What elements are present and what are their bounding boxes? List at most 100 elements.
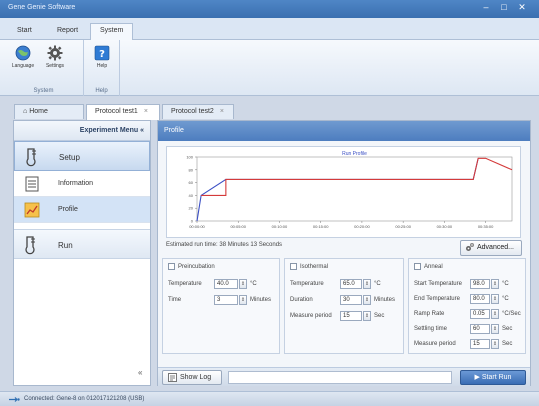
anneal-ramp-rate-input[interactable]: 0.05 (470, 309, 490, 319)
y-tick-label: 60 (189, 180, 194, 185)
ribbon-group-system: Language Settings System (4, 40, 84, 96)
spinner-icon[interactable]: ⇕ (363, 311, 371, 321)
sidebar-item-run[interactable]: Run (14, 229, 150, 259)
estimated-run-time: Estimated run time: 38 Minutes 13 Second… (166, 242, 283, 248)
isothermal-title: Isothermal (300, 264, 329, 271)
anneal-end-temp-input[interactable]: 80.0 (470, 294, 490, 304)
sidebar-item-profile-label: Profile (58, 206, 78, 213)
spinner-icon[interactable]: ⇕ (491, 339, 499, 349)
collapse-panel-icon[interactable]: « (138, 368, 142, 377)
svg-text:?: ? (99, 49, 105, 60)
sidebar-item-setup-label: Setup (59, 153, 80, 162)
x-tick-label: 00:20:00 (354, 224, 370, 229)
x-tick-label: 00:10:00 (272, 224, 288, 229)
unit-label: Minutes (250, 297, 272, 303)
preincubation-time-row: Time 3 ⇕ Minutes (168, 295, 278, 307)
collapse-icon[interactable]: « (140, 127, 144, 134)
action-bar: Show Log ▶ Start Run (158, 367, 530, 386)
close-tab-icon[interactable]: × (220, 108, 224, 115)
x-tick-label: 00:30:00 (437, 224, 453, 229)
tab-protocol-test2[interactable]: Protocol test2 × (162, 104, 234, 119)
anneal-title: Anneal (424, 264, 443, 271)
connection-status: Connected: Gene-8 on 012017121208 (USB) (24, 396, 145, 402)
spinner-icon[interactable]: ⇕ (363, 279, 371, 289)
isothermal-duration-row: Duration 30 ⇕ Minutes (290, 295, 402, 307)
ribbon-tab-strip: Start Report System (0, 18, 539, 41)
spinner-icon[interactable]: ⇕ (363, 295, 371, 305)
close-tab-icon[interactable]: × (144, 108, 148, 115)
isothermal-measure-input[interactable]: 15 (340, 311, 362, 321)
tab-home[interactable]: ⌂ Home (14, 104, 84, 119)
isothermal-temperature-row: Temperature 65.0 ⇕ °C (290, 279, 402, 291)
x-tick-label: 00:05:00 (230, 224, 246, 229)
anneal-checkbox[interactable]: Anneal (414, 263, 443, 270)
field-label: End Temperature (414, 296, 460, 302)
gear-icon (47, 45, 63, 61)
x-tick-label: 00:15:00 (313, 224, 329, 229)
unit-label: °C (502, 281, 509, 287)
plot-area (196, 156, 513, 222)
field-label: Measure period (290, 313, 332, 319)
tab-report[interactable]: Report (48, 24, 87, 40)
anneal-segment: Anneal Start Temperature 98.0 ⇕ °C End T… (408, 258, 526, 354)
field-label: Duration (290, 297, 313, 303)
spinner-icon[interactable]: ⇕ (491, 309, 499, 319)
y-tick-label: 100 (186, 155, 193, 160)
ribbon: Language Settings System ? Help Help (0, 40, 539, 96)
isothermal-duration-input[interactable]: 30 (340, 295, 362, 305)
tab-start[interactable]: Start (8, 24, 41, 40)
sidebar-item-information[interactable]: Information (14, 171, 150, 197)
window-controls: – □ ✕ (479, 2, 529, 13)
ribbon-group-help-label: Help (95, 88, 108, 94)
show-log-button[interactable]: Show Log (162, 370, 222, 385)
preincubation-time-input[interactable]: 3 (214, 295, 238, 305)
language-button[interactable]: Language (10, 45, 36, 69)
tab-protocol-test1[interactable]: Protocol test1 × (86, 104, 160, 120)
section-title: Profile (158, 121, 530, 141)
isothermal-temperature-input[interactable]: 65.0 (340, 279, 362, 289)
tab-system[interactable]: System (90, 23, 134, 41)
tab-protocol-test2-label: Protocol test2 (171, 108, 214, 115)
help-label: Help (96, 63, 108, 69)
app-title: Gene Genie Software (8, 4, 76, 11)
unit-label: °C (250, 281, 257, 287)
y-tick-label: 80 (189, 167, 194, 172)
tab-protocol-test1-label: Protocol test1 (95, 108, 138, 115)
settings-button[interactable]: Settings (42, 45, 68, 69)
log-output-field[interactable] (228, 371, 452, 384)
home-icon: ⌂ (23, 108, 28, 115)
document-tab-strip: ⌂ Home Protocol test1 × Protocol test2 × (6, 104, 533, 120)
run-profile-chart: Run Profile 100 80 60 40 20 0 00:00:00 00:05:00 0… (166, 146, 521, 238)
status-bar: Connected: Gene-8 on 012017121208 (USB) (0, 391, 539, 406)
advanced-button[interactable]: Advanced... (460, 240, 522, 256)
window-titlebar: Gene Genie Software – □ ✕ (0, 0, 539, 18)
start-run-button[interactable]: ▶ Start Run (460, 370, 526, 385)
x-tick-label: 00:00:00 (189, 224, 205, 229)
anneal-measure-row: Measure period 15 ⇕ Sec (414, 339, 524, 351)
preincubation-temperature-row: Temperature 40.0 ⇕ °C (168, 279, 278, 291)
sidebar-item-profile[interactable]: Profile (14, 197, 150, 223)
unit-label: °C (502, 296, 509, 302)
preincubation-temperature-input[interactable]: 40.0 (214, 279, 238, 289)
spinner-icon[interactable]: ⇕ (491, 279, 499, 289)
unit-label: Sec (502, 326, 513, 332)
help-button[interactable]: ? Help (89, 45, 115, 69)
anneal-settling-input[interactable]: 60 (470, 324, 490, 334)
close-icon[interactable]: ✕ (515, 2, 529, 13)
spinner-icon[interactable]: ⇕ (239, 279, 247, 289)
thermometer-icon (25, 236, 35, 255)
anneal-measure-input[interactable]: 15 (470, 339, 490, 349)
isothermal-checkbox[interactable]: Isothermal (290, 263, 328, 270)
x-tick-label: 00:25:00 (395, 224, 411, 229)
anneal-start-temp-input[interactable]: 98.0 (470, 279, 490, 289)
maximize-icon[interactable]: □ (497, 2, 511, 13)
sidebar-header: Experiment Menu « (14, 121, 150, 141)
preincubation-checkbox[interactable]: Preincubation (168, 263, 215, 270)
minimize-icon[interactable]: – (479, 2, 493, 13)
spinner-icon[interactable]: ⇕ (491, 294, 499, 304)
anneal-settling-row: Settling time 60 ⇕ Sec (414, 324, 524, 336)
gears-icon (466, 243, 474, 252)
spinner-icon[interactable]: ⇕ (491, 324, 499, 334)
spinner-icon[interactable]: ⇕ (239, 295, 247, 305)
sidebar-item-setup[interactable]: Setup (14, 141, 150, 171)
